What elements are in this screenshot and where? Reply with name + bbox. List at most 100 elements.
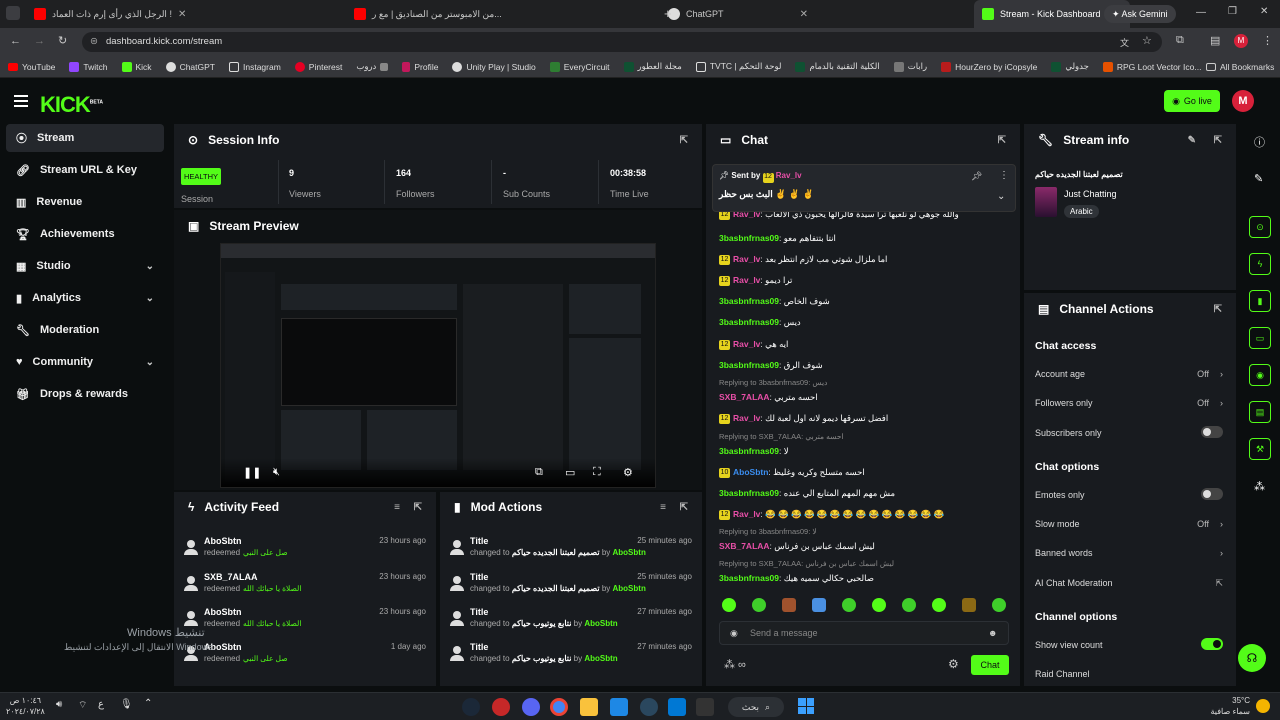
bookmark-tvtc[interactable]: TVTC | لوحة التحكم: [695, 61, 781, 72]
back-icon[interactable]: ←: [10, 35, 21, 47]
discord-icon[interactable]: [522, 698, 540, 716]
chat-message[interactable]: 12 Rav_lv: اما ملزال شوتي مب لازم انتظر ب…: [719, 252, 1018, 266]
popout-icon[interactable]: ⇱: [680, 135, 688, 146]
sidebar-item-revenue[interactable]: ▥ Revenue: [6, 188, 164, 216]
site-info-icon[interactable]: ⊜: [90, 32, 98, 52]
chat-username[interactable]: 3basbnfrnas09: [719, 296, 779, 306]
chat-username[interactable]: Rav_lv: [733, 254, 760, 264]
popout-icon[interactable]: ⇱: [680, 502, 688, 513]
popout-icon[interactable]: ⇱: [1214, 135, 1222, 146]
volume-icon[interactable]: 🔊︎: [56, 699, 62, 710]
emote-icon[interactable]: [902, 598, 916, 612]
pause-icon[interactable]: ❚❚: [243, 466, 261, 479]
info-icon[interactable]: ⓘ: [1254, 134, 1265, 150]
emote-icon[interactable]: [992, 598, 1006, 612]
bookmark-instagram[interactable]: Instagram: [229, 61, 281, 72]
network-icon[interactable]: ⌔: [78, 699, 87, 712]
chat-username[interactable]: 3basbnfrnas09: [719, 360, 779, 370]
browser-tab-2[interactable]: من الامبوستر من الصناديق | مع ر...✕: [346, 0, 502, 28]
channel-actions-icon[interactable]: ▤: [1249, 401, 1271, 423]
app-icon[interactable]: [492, 698, 510, 716]
chat-username[interactable]: SXB_7ALAA: [719, 392, 770, 402]
slow-mode-row[interactable]: Slow mode Off ›: [1035, 519, 1223, 529]
new-tab-icon[interactable]: +: [664, 6, 672, 21]
close-icon[interactable]: ✕: [800, 9, 808, 20]
url-field[interactable]: ⊜ dashboard.kick.com/stream: [82, 32, 1162, 52]
chat-username[interactable]: 3basbnfrnas09: [719, 446, 779, 456]
chat-username[interactable]: Rav_lv: [733, 509, 760, 519]
tab-search-icon[interactable]: [6, 6, 20, 20]
bookmark-pinterest[interactable]: Pinterest: [294, 61, 342, 72]
chat-message[interactable]: SXB_7ALAA: ليش اسمك عباس بن فرناس: [719, 539, 1018, 553]
chat-message[interactable]: 12 Rav_lv: 😂 😂 😂 😂 😂 😂 😂 😂 😂 😂 😂 😂 😂 😂: [719, 507, 1018, 521]
browser-tab-3[interactable]: ChatGPT ✕: [660, 0, 816, 28]
chat-message[interactable]: 12 Rav_lv: افضل تسرقها ديمو لانه اول لعبة…: [719, 411, 1018, 425]
community-icon[interactable]: ⁂: [1254, 480, 1265, 493]
chat-message[interactable]: 3basbnfrnas09: لا: [719, 444, 1018, 458]
emote-icon[interactable]: [962, 598, 976, 612]
app-icon[interactable]: [668, 698, 686, 716]
chat-username[interactable]: AboSbtn: [733, 467, 768, 477]
bookmark-links[interactable]: رابات: [893, 61, 927, 72]
go-live-button[interactable]: ◉ Go live: [1164, 90, 1220, 112]
sidebar-item-stream[interactable]: ⦿ Stream: [6, 124, 164, 152]
popout-icon[interactable]: ⇱: [1214, 304, 1222, 315]
user-avatar[interactable]: M: [1232, 90, 1254, 112]
menu-dots-icon[interactable]: ⋮: [1262, 34, 1273, 47]
bookmark-perfume[interactable]: مجلة العطور: [623, 61, 682, 72]
chevron-down-icon[interactable]: ⌄: [997, 191, 1005, 202]
bookmark-unity[interactable]: Unity Play | Studio: [452, 61, 536, 72]
bookmark-chatgpt[interactable]: ChatGPT: [165, 61, 215, 72]
bookmark-kick[interactable]: Kick: [121, 61, 152, 72]
ask-gemini-button[interactable]: ✦ Ask Gemini: [1104, 5, 1176, 23]
reload-icon[interactable]: ↻: [58, 34, 67, 47]
filter-icon[interactable]: ≡: [394, 502, 400, 513]
chat-username[interactable]: 3basbnfrnas09: [719, 317, 779, 327]
chat-bubble-icon[interactable]: ▭: [1249, 327, 1271, 349]
chat-message[interactable]: 3basbnfrnas09: ديس: [719, 315, 1018, 329]
target-icon[interactable]: ⊙: [1249, 216, 1271, 238]
emote-icon[interactable]: [752, 598, 766, 612]
chat-message[interactable]: 3basbnfrnas09: انتا بتتفاهم معو: [719, 231, 1018, 245]
chat-username[interactable]: 3basbnfrnas09: [719, 573, 779, 583]
all-bookmarks[interactable]: All Bookmarks: [1206, 62, 1274, 72]
unpin-icon[interactable]: 📌︎: [971, 171, 982, 182]
followers-only-row[interactable]: Followers only Off ›: [1035, 398, 1223, 408]
profile-avatar-icon[interactable]: M: [1234, 34, 1248, 48]
chat-send-button[interactable]: Chat: [971, 655, 1009, 675]
emote-icon[interactable]: [872, 598, 886, 612]
microphone-icon[interactable]: 🎙︎: [120, 699, 133, 710]
emote-icon[interactable]: [932, 598, 946, 612]
bookmark-hourzero[interactable]: HourZero by iCopsyle: [941, 61, 1037, 72]
close-icon[interactable]: ✕: [178, 9, 186, 20]
pip-icon[interactable]: ⧉: [535, 466, 543, 479]
account-age-row[interactable]: Account age Off ›: [1035, 369, 1223, 379]
chat-message-input[interactable]: ◉ Send a message ☻: [719, 621, 1009, 645]
sidebar-item-studio[interactable]: ▦ Studio ⌄: [6, 252, 164, 280]
steam-icon[interactable]: [640, 698, 658, 716]
bookmark-everycircuit[interactable]: EveryCircuit: [549, 61, 610, 72]
chat-message[interactable]: 3basbnfrnas09: مش مهم المهم المتابع الي …: [719, 486, 1018, 500]
emotes-only-toggle[interactable]: [1201, 488, 1223, 500]
chat-message[interactable]: 12 Rav_lv: ترا ديمو: [719, 273, 1018, 287]
chat-username[interactable]: Rav_lv: [733, 339, 760, 349]
tray-chevron-icon[interactable]: ⌃: [144, 698, 152, 709]
community-icon[interactable]: ⁂ ∞: [724, 658, 746, 671]
chat-message[interactable]: SXB_7ALAA: احسه متربي: [719, 390, 1018, 404]
translate-icon[interactable]: 文: [1120, 36, 1129, 49]
broadcast-icon[interactable]: ◉: [1249, 364, 1271, 386]
emote-icon[interactable]: [842, 598, 856, 612]
weather-widget[interactable]: 35°C سماء صافية: [1210, 695, 1250, 717]
shield-icon[interactable]: ▮: [1249, 290, 1271, 312]
stream-preview-video[interactable]: ❚❚ 🔇︎ ⧉ ▭ ⛶ ⚙: [220, 243, 656, 488]
chrome-icon[interactable]: [550, 698, 568, 716]
hamburger-menu-icon[interactable]: [14, 95, 28, 107]
minimize-icon[interactable]: —: [1196, 7, 1206, 18]
chat-message[interactable]: 3basbnfrnas09: صالحبي حكالي سميه هيك: [719, 571, 1018, 585]
support-headset-icon[interactable]: ☊: [1238, 644, 1266, 672]
subscribers-only-toggle[interactable]: [1201, 426, 1223, 438]
chat-message[interactable]: 10 AboSbtn: احسه متسلح وكريه وغليظ: [719, 465, 1018, 479]
chat-username[interactable]: 3basbnfrnas09: [719, 488, 779, 498]
stream-category[interactable]: Just Chatting: [1064, 189, 1117, 199]
browser-tab-1[interactable]: الرجل الذي رأى إرم ذات العماد ! ✕: [26, 0, 186, 28]
